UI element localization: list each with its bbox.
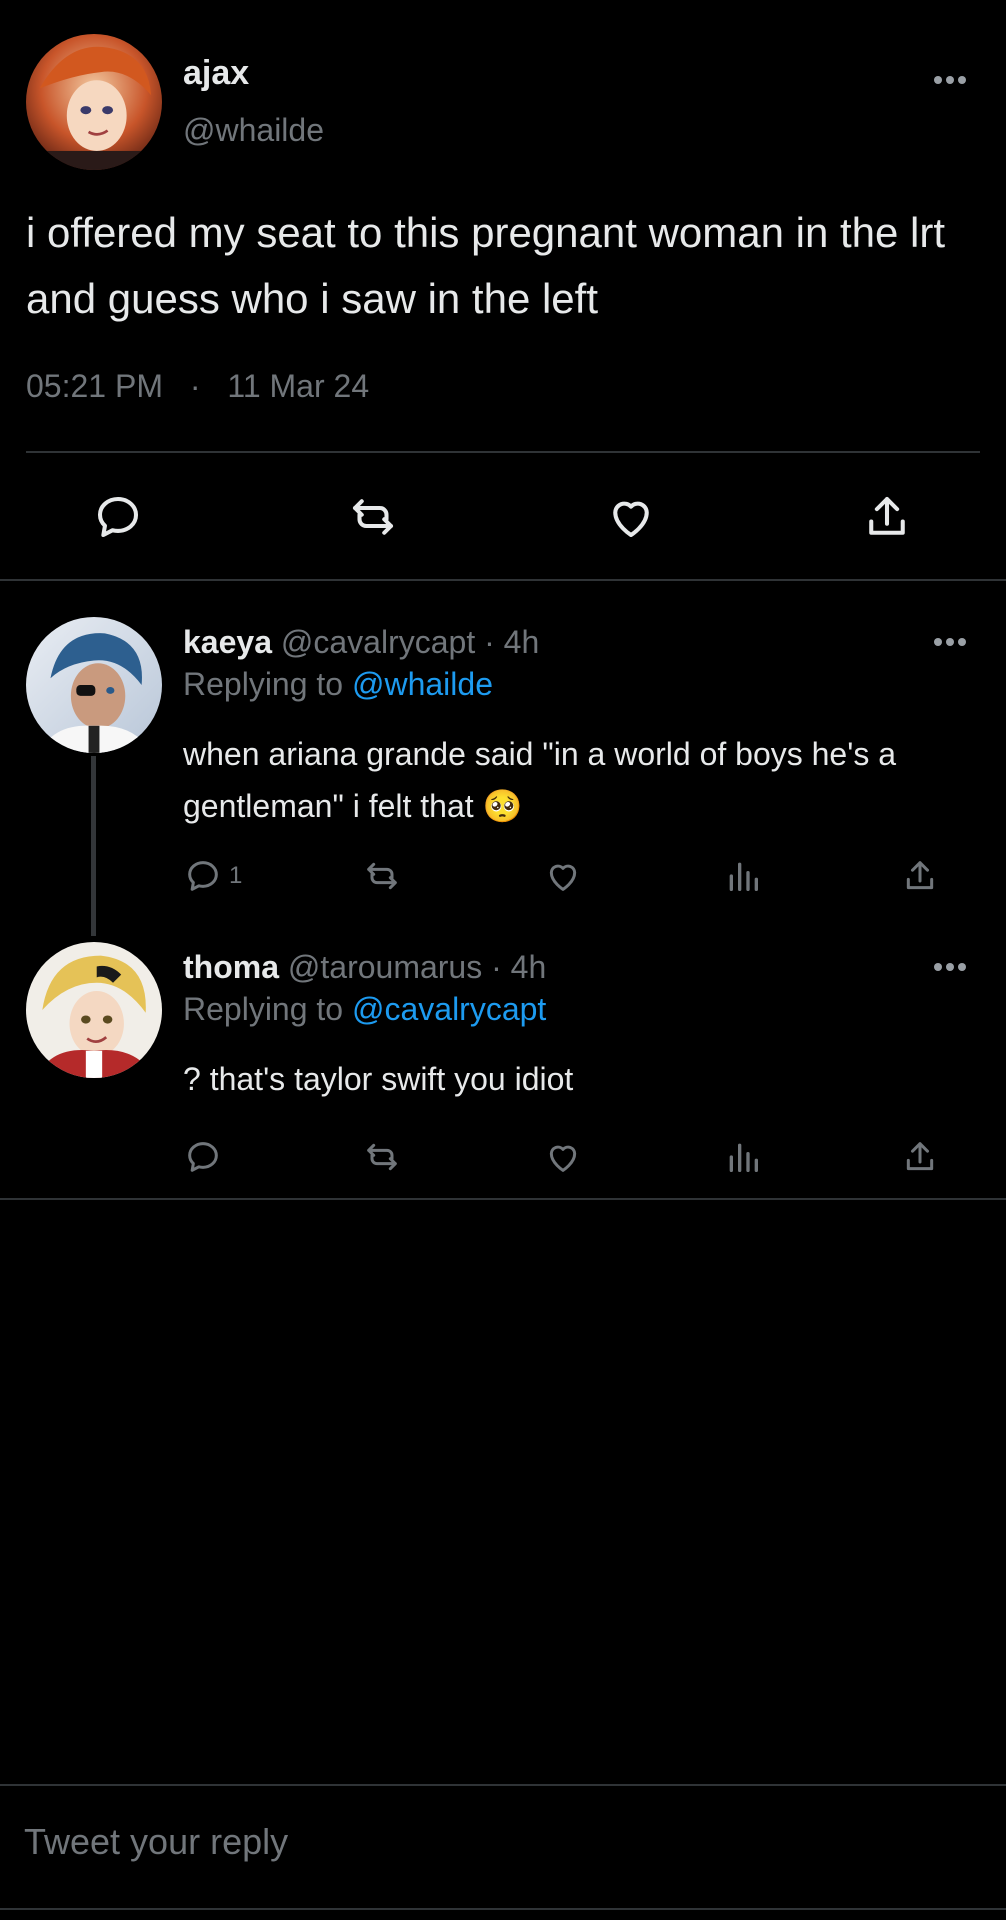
reply-age: · 4h bbox=[491, 949, 547, 985]
like-icon bbox=[613, 501, 649, 538]
reply-icon bbox=[188, 861, 218, 891]
like-button[interactable] bbox=[604, 490, 658, 544]
share-button[interactable] bbox=[900, 1137, 940, 1177]
handle[interactable]: @taroumarus bbox=[288, 949, 482, 985]
retweet-button[interactable] bbox=[362, 1137, 402, 1177]
share-icon bbox=[906, 1142, 934, 1171]
retweet-icon bbox=[367, 862, 397, 890]
divider bbox=[0, 579, 1006, 581]
more-icon bbox=[934, 963, 966, 971]
reply-button[interactable] bbox=[183, 1137, 229, 1177]
share-button[interactable] bbox=[860, 490, 914, 544]
replying-to: Replying to @whailde bbox=[183, 666, 493, 703]
reply-age: · 4h bbox=[484, 624, 540, 660]
reply-text: when ariana grande said "in a world of b… bbox=[183, 736, 897, 824]
reply-composer bbox=[0, 1784, 1006, 1910]
divider bbox=[26, 451, 980, 453]
reply-header: kaeya @cavalrycapt · 4h bbox=[183, 624, 539, 661]
analytics-icon bbox=[729, 1143, 758, 1172]
avatar[interactable] bbox=[26, 617, 162, 753]
pleading-face-emoji: 🥺 bbox=[482, 788, 523, 824]
handle[interactable]: @whailde bbox=[183, 112, 324, 149]
handle[interactable]: @cavalrycapt bbox=[281, 624, 475, 660]
replying-to-handle[interactable]: @whailde bbox=[352, 666, 493, 702]
reply-input[interactable] bbox=[22, 1812, 966, 1872]
reply-text: ? that's taylor swift you idiot bbox=[183, 1061, 574, 1097]
analytics-button[interactable] bbox=[723, 1137, 763, 1177]
tweet-timestamp: 05:21 PM · 11 Mar 24 bbox=[26, 368, 369, 405]
avatar[interactable] bbox=[26, 942, 162, 1078]
retweet-icon bbox=[352, 499, 394, 535]
reply-button[interactable] bbox=[91, 490, 145, 544]
like-button[interactable] bbox=[543, 1137, 583, 1177]
reply-count: 1 bbox=[229, 862, 243, 889]
like-button[interactable] bbox=[543, 856, 583, 896]
share-icon bbox=[869, 496, 905, 535]
retweet-icon bbox=[367, 1143, 397, 1171]
replying-to-label: Replying to bbox=[183, 666, 344, 702]
reply-button[interactable]: 1 bbox=[183, 856, 242, 896]
replying-to-handle[interactable]: @cavalrycapt bbox=[352, 991, 546, 1027]
divider bbox=[0, 1198, 1006, 1200]
more-options-button[interactable] bbox=[930, 957, 970, 977]
tweet-text: i offered my seat to this pregnant woman… bbox=[26, 209, 946, 322]
more-icon bbox=[934, 638, 966, 646]
reply-icon bbox=[97, 496, 139, 538]
like-icon bbox=[549, 1145, 577, 1172]
retweet-button[interactable] bbox=[362, 856, 402, 896]
separator: · bbox=[189, 368, 201, 404]
replying-to-label: Replying to bbox=[183, 991, 344, 1027]
share-button[interactable] bbox=[900, 856, 940, 896]
reply-text-block: when ariana grande said "in a world of b… bbox=[183, 728, 973, 832]
retweet-button[interactable] bbox=[346, 490, 400, 544]
display-name[interactable]: ajax bbox=[183, 54, 249, 93]
display-name[interactable]: thoma bbox=[183, 949, 279, 985]
avatar[interactable] bbox=[26, 34, 162, 170]
more-options-button[interactable] bbox=[930, 632, 970, 652]
reply-header: thoma @taroumarus · 4h bbox=[183, 949, 546, 986]
tweet-date: 11 Mar 24 bbox=[227, 368, 370, 404]
display-name[interactable]: kaeya bbox=[183, 624, 272, 660]
analytics-icon bbox=[729, 862, 758, 891]
share-icon bbox=[906, 861, 934, 890]
analytics-button[interactable] bbox=[723, 856, 763, 896]
more-icon bbox=[934, 76, 966, 84]
like-icon bbox=[549, 864, 577, 891]
reply-icon bbox=[188, 1142, 218, 1172]
more-options-button[interactable] bbox=[930, 70, 970, 90]
tweet-time: 05:21 PM bbox=[26, 368, 163, 404]
replying-to: Replying to @cavalrycapt bbox=[183, 991, 546, 1028]
thread-line bbox=[91, 756, 96, 936]
